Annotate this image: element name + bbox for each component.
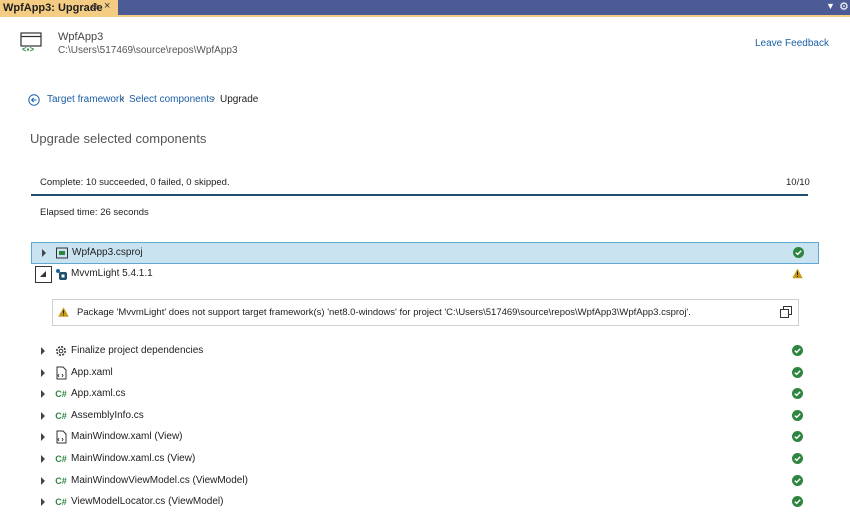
breadcrumb-separator: ›: [121, 93, 125, 104]
success-check-icon: [792, 475, 803, 486]
expand-arrow-icon[interactable]: [41, 455, 45, 463]
expand-arrow-icon[interactable]: [42, 249, 46, 257]
warning-message-text: Package 'MvvmLight' does not support tar…: [77, 307, 691, 318]
success-check-icon: [793, 247, 804, 258]
back-arrow-icon[interactable]: [28, 94, 40, 106]
progress-bar: [31, 194, 808, 196]
tree-item-label: MainWindow.xaml.cs (View): [71, 453, 196, 464]
tree-row-package[interactable]: MvvmLight 5.4.1.1: [31, 264, 817, 284]
tree-item-label: WpfApp3.csproj: [72, 247, 143, 258]
tree-item-label: MainWindow.xaml (View): [71, 431, 183, 442]
warning-icon: [58, 307, 69, 317]
elapsed-time: Elapsed time: 26 seconds: [40, 207, 149, 218]
success-check-icon: [792, 345, 803, 356]
tree-row-file[interactable]: App.xaml: [31, 363, 817, 383]
tree-item-label: AssemblyInfo.cs: [71, 410, 144, 421]
breadcrumb-target-framework[interactable]: Target framework: [47, 94, 124, 105]
expand-arrow-icon[interactable]: [41, 433, 45, 441]
success-check-icon: [792, 367, 803, 378]
tree-item-label: ViewModelLocator.cs (ViewModel): [71, 496, 224, 507]
tree-row-project[interactable]: WpfApp3.csproj: [31, 242, 819, 264]
tree-item-label: App.xaml: [71, 367, 113, 378]
tree-row-file[interactable]: C# ViewModelLocator.cs (ViewModel): [31, 492, 817, 512]
tree-item-label: MainWindowViewModel.cs (ViewModel): [71, 475, 248, 486]
tree-item-label: Finalize project dependencies: [71, 345, 204, 356]
csharp-file-icon: C#: [55, 411, 67, 421]
progress-bar-fill: [31, 194, 808, 196]
tab-title: WpfApp3: Upgrade: [3, 1, 103, 14]
expand-arrow-icon[interactable]: [41, 498, 45, 506]
expand-arrow-icon[interactable]: [41, 390, 45, 398]
warning-message-box: Package 'MvvmLight' does not support tar…: [52, 299, 799, 326]
expand-arrow-icon[interactable]: [41, 369, 45, 377]
page-title: Upgrade selected components: [30, 131, 207, 146]
document-tab-bar: WpfApp3: Upgrade ⊕ × ▼ ⚙: [0, 0, 850, 15]
csharp-file-icon: C#: [55, 454, 67, 464]
tree-row-file[interactable]: C# MainWindow.xaml.cs (View): [31, 449, 817, 469]
csharp-file-icon: C#: [55, 476, 67, 486]
success-check-icon: [792, 410, 803, 421]
project-path: C:\Users\517469\source\repos\WpfApp3: [58, 45, 238, 56]
tab-underline: [0, 15, 850, 17]
xaml-file-icon: [56, 430, 67, 444]
csharp-file-icon: C#: [55, 497, 67, 507]
gear-icon: [56, 346, 66, 356]
tree-row-file[interactable]: C# App.xaml.cs: [31, 384, 817, 404]
wpf-project-icon: <▪>: [20, 32, 42, 52]
copy-icon[interactable]: [780, 306, 792, 318]
success-check-icon: [792, 431, 803, 442]
gear-icon[interactable]: ⚙: [839, 0, 849, 13]
warning-icon: [792, 268, 803, 279]
expand-arrow-icon[interactable]: [41, 412, 45, 420]
xaml-file-icon: [56, 366, 67, 380]
breadcrumb-select-components[interactable]: Select components: [129, 94, 214, 105]
project-name: WpfApp3: [58, 31, 104, 43]
breadcrumb-separator: ›: [212, 93, 216, 104]
package-icon: [56, 269, 67, 280]
expand-arrow-icon[interactable]: [41, 347, 45, 355]
success-check-icon: [792, 388, 803, 399]
document-tab[interactable]: WpfApp3: Upgrade ⊕ ×: [0, 0, 118, 15]
chevron-down-icon[interactable]: ▼: [826, 1, 835, 11]
success-check-icon: [792, 496, 803, 507]
close-icon[interactable]: ×: [104, 0, 110, 12]
expand-arrow-icon[interactable]: [41, 477, 45, 485]
csharp-file-icon: C#: [55, 389, 67, 399]
breadcrumb-upgrade: Upgrade: [220, 94, 259, 105]
upgrade-status-text: Complete: 10 succeeded, 0 failed, 0 skip…: [40, 177, 230, 188]
project-icon: [56, 247, 68, 259]
upgrade-count: 10/10: [786, 177, 810, 188]
tree-row-file[interactable]: MainWindow.xaml (View): [31, 427, 817, 447]
pin-icon[interactable]: ⊕: [91, 1, 99, 12]
collapse-arrow-icon[interactable]: [35, 266, 52, 283]
tree-item-label: App.xaml.cs: [71, 388, 126, 399]
leave-feedback-link[interactable]: Leave Feedback: [755, 38, 829, 49]
tree-row-finalize[interactable]: Finalize project dependencies: [31, 341, 817, 361]
tree-row-file[interactable]: C# MainWindowViewModel.cs (ViewModel): [31, 471, 817, 491]
svg-text:<▪>: <▪>: [22, 45, 35, 52]
tree-row-file[interactable]: C# AssemblyInfo.cs: [31, 406, 817, 426]
tree-item-label: MvvmLight 5.4.1.1: [71, 268, 153, 279]
success-check-icon: [792, 453, 803, 464]
